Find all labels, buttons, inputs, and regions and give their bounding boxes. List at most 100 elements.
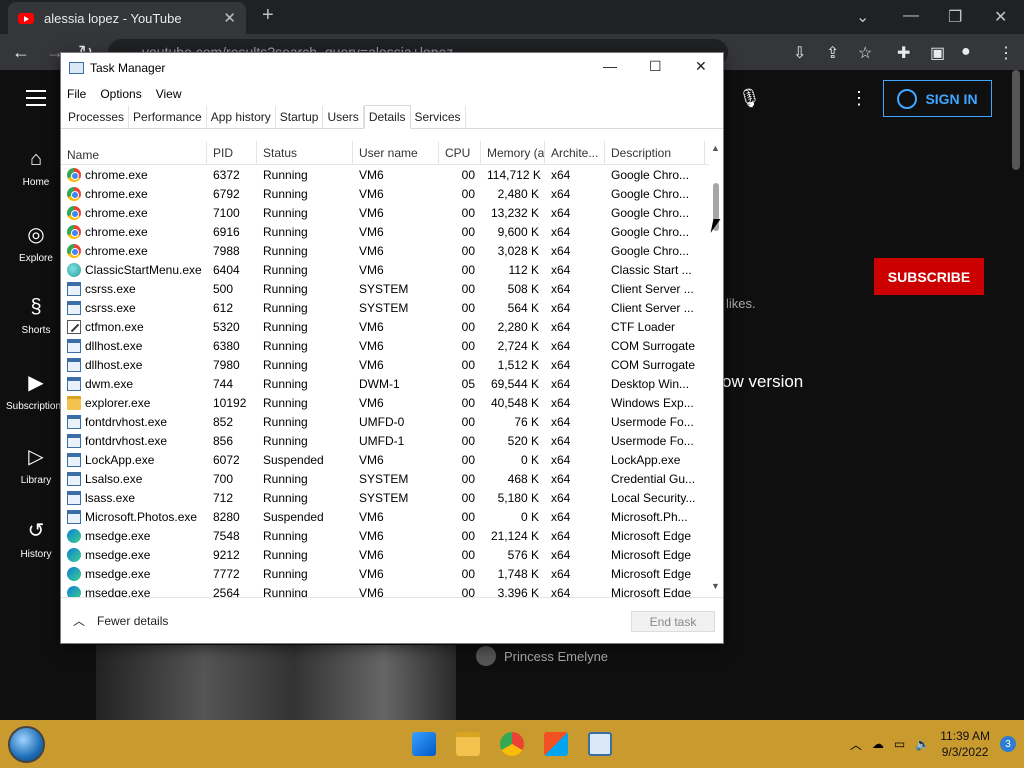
notification-badge[interactable]: 3: [1000, 736, 1016, 752]
fewer-details-button[interactable]: ︿ Fewer details: [73, 612, 168, 629]
column-header-pid[interactable]: PID: [207, 141, 257, 164]
table-row[interactable]: Lsalso.exe 700 Running SYSTEM 00 468 K x64 Cred…: [61, 469, 723, 488]
chrome-process-icon: [67, 167, 81, 182]
chrome-taskbar-icon[interactable]: [500, 732, 524, 756]
show-hidden-icons-icon[interactable]: ︿: [850, 736, 862, 753]
description-cell: Google Chro...: [611, 243, 690, 258]
bookmark-star-icon[interactable]: ☆: [858, 43, 872, 63]
end-task-button[interactable]: End task: [631, 611, 715, 632]
restore-icon[interactable]: ❐: [948, 7, 962, 27]
store-icon[interactable]: [544, 732, 568, 756]
table-row[interactable]: chrome.exe 6792 Running VM6 00 2,480 K x64 Goog…: [61, 184, 723, 203]
menu-view[interactable]: View: [156, 87, 182, 101]
architecture-cell: x64: [551, 566, 571, 581]
table-row[interactable]: ctfmon.exe 5320 Running VM6 00 2,280 K x64 CTF …: [61, 317, 723, 336]
scroll-up-icon[interactable]: ▲: [711, 143, 720, 153]
table-row[interactable]: msedge.exe 7772 Running VM6 00 1,748 K x64 Micr…: [61, 564, 723, 583]
hamburger-menu-icon[interactable]: [26, 90, 46, 106]
onedrive-icon[interactable]: ☁: [872, 737, 884, 751]
page-scrollbar[interactable]: [1012, 70, 1020, 170]
more-options-icon[interactable]: ⋮: [850, 88, 868, 109]
column-header-user-name[interactable]: User name: [353, 141, 439, 164]
table-row[interactable]: chrome.exe 7100 Running VM6 00 13,232 K x64 Goo…: [61, 203, 723, 222]
column-header-description[interactable]: Description: [605, 141, 705, 164]
sign-in-button[interactable]: SIGN IN: [883, 80, 992, 117]
tab-startup[interactable]: Startup: [276, 106, 324, 128]
table-row[interactable]: lsass.exe 712 Running SYSTEM 00 5,180 K x64 Loc…: [61, 488, 723, 507]
column-header-status[interactable]: Status: [257, 141, 353, 164]
cpu-cell: 00: [461, 585, 475, 598]
column-header-architecture[interactable]: Archite...: [545, 141, 605, 164]
extensions-icon[interactable]: ✚: [897, 43, 910, 63]
table-scrollbar[interactable]: ▲ ▼: [709, 141, 723, 597]
process-name: chrome.exe: [85, 205, 148, 220]
table-row[interactable]: chrome.exe 7988 Running VM6 00 3,028 K x64 Goog…: [61, 241, 723, 260]
table-row[interactable]: dllhost.exe 6380 Running VM6 00 2,724 K x64 COM…: [61, 336, 723, 355]
table-row[interactable]: csrss.exe 500 Running SYSTEM 00 508 K x64 Clien…: [61, 279, 723, 298]
microphone-icon[interactable]: 🎙: [738, 88, 761, 109]
chrome-menu-icon[interactable]: ⋮: [998, 43, 1014, 63]
memory-cell: 3,396 K: [497, 585, 539, 598]
close-tab-icon[interactable]: ✕: [223, 9, 236, 27]
user-cell: SYSTEM: [359, 471, 409, 486]
table-row[interactable]: msedge.exe 7548 Running VM6 00 21,124 K x64 Mic…: [61, 526, 723, 545]
win-process-icon: [67, 357, 81, 372]
table-row[interactable]: explorer.exe 10192 Running VM6 00 40,548 K x64…: [61, 393, 723, 412]
column-header-memory[interactable]: Memory (a...: [481, 141, 545, 164]
table-row[interactable]: LockApp.exe 6072 Suspended VM6 00 0 K x64 LockA…: [61, 450, 723, 469]
menu-file[interactable]: File: [67, 87, 86, 101]
tm-maximize-icon[interactable]: ☐: [649, 58, 662, 75]
clock[interactable]: 11:39 AM 9/3/2022: [940, 728, 990, 760]
file-explorer-icon[interactable]: [456, 732, 480, 756]
table-row[interactable]: dllhost.exe 7980 Running VM6 00 1,512 K x64 COM…: [61, 355, 723, 374]
share-icon[interactable]: ⇪: [826, 43, 839, 63]
side-panel-icon[interactable]: ▣: [930, 43, 945, 63]
table-row[interactable]: msedge.exe 2564 Running VM6 00 3,396 K x64 Micr…: [61, 583, 723, 597]
table-row[interactable]: msedge.exe 9212 Running VM6 00 576 K x64 Micros…: [61, 545, 723, 564]
tab-app-history[interactable]: App history: [207, 106, 276, 128]
column-header-name[interactable]: Name: [61, 141, 207, 164]
channel-link[interactable]: Princess Emelyne: [476, 646, 608, 666]
memory-cell: 69,544 K: [490, 376, 539, 391]
table-row[interactable]: fontdrvhost.exe 856 Running UMFD-1 00 520 K x6…: [61, 431, 723, 450]
table-row[interactable]: chrome.exe 6916 Running VM6 00 9,600 K x64 Goog…: [61, 222, 723, 241]
windows-start-icon[interactable]: [412, 732, 436, 756]
task-manager-titlebar[interactable]: Task Manager — ☐ ✕: [61, 53, 723, 83]
scroll-down-icon[interactable]: ▼: [711, 581, 720, 591]
close-window-icon[interactable]: ✕: [994, 7, 1007, 27]
status-cell: Running: [263, 357, 308, 372]
back-icon[interactable]: ←: [12, 42, 30, 63]
minimize-icon[interactable]: —: [903, 7, 919, 25]
youtube-favicon-icon: [18, 12, 34, 24]
subscribe-button[interactable]: SUBSCRIBE: [874, 258, 984, 295]
tab-services[interactable]: Services: [411, 106, 466, 128]
tab-processes[interactable]: Processes: [64, 106, 130, 128]
task-manager-taskbar-icon[interactable]: [588, 732, 612, 756]
start-button[interactable]: [8, 726, 45, 763]
network-icon[interactable]: ▭: [894, 737, 905, 751]
browser-tab[interactable]: alessia lopez - YouTube ✕: [8, 2, 246, 34]
tab-details[interactable]: Details: [363, 105, 411, 129]
install-icon[interactable]: ⇩: [793, 43, 806, 63]
table-row[interactable]: dwm.exe 744 Running DWM-1 05 69,544 K x64 Deskt…: [61, 374, 723, 393]
description-cell: Google Chro...: [611, 224, 690, 239]
process-name-cell: ctfmon.exe: [61, 319, 207, 334]
table-row[interactable]: Microsoft.Photos.exe 8280 Suspended VM6 00 0 …: [61, 507, 723, 526]
tab-performance[interactable]: Performance: [129, 106, 207, 128]
new-tab-icon[interactable]: +: [262, 4, 274, 27]
tm-close-icon[interactable]: ✕: [695, 58, 707, 75]
volume-icon[interactable]: 🔈: [915, 737, 930, 751]
menu-options[interactable]: Options: [100, 87, 141, 101]
table-row[interactable]: fontdrvhost.exe 852 Running UMFD-0 00 76 K x64…: [61, 412, 723, 431]
video-thumbnail[interactable]: [96, 645, 456, 720]
tab-search-icon[interactable]: ⌄: [856, 7, 869, 27]
table-row[interactable]: ClassicStartMenu.exe 6404 Running VM6 00 112 …: [61, 260, 723, 279]
tm-minimize-icon[interactable]: —: [603, 58, 617, 74]
description-cell: Windows Exp...: [611, 395, 694, 410]
tab-users[interactable]: Users: [323, 106, 364, 128]
column-header-cpu[interactable]: CPU: [439, 141, 481, 164]
table-row[interactable]: csrss.exe 612 Running SYSTEM 00 564 K x64 Clien…: [61, 298, 723, 317]
table-row[interactable]: chrome.exe 6372 Running VM6 00 114,712 K x64 Go…: [61, 165, 723, 184]
clock-time: 11:39 AM: [940, 729, 990, 743]
profile-icon[interactable]: ●: [961, 43, 971, 61]
